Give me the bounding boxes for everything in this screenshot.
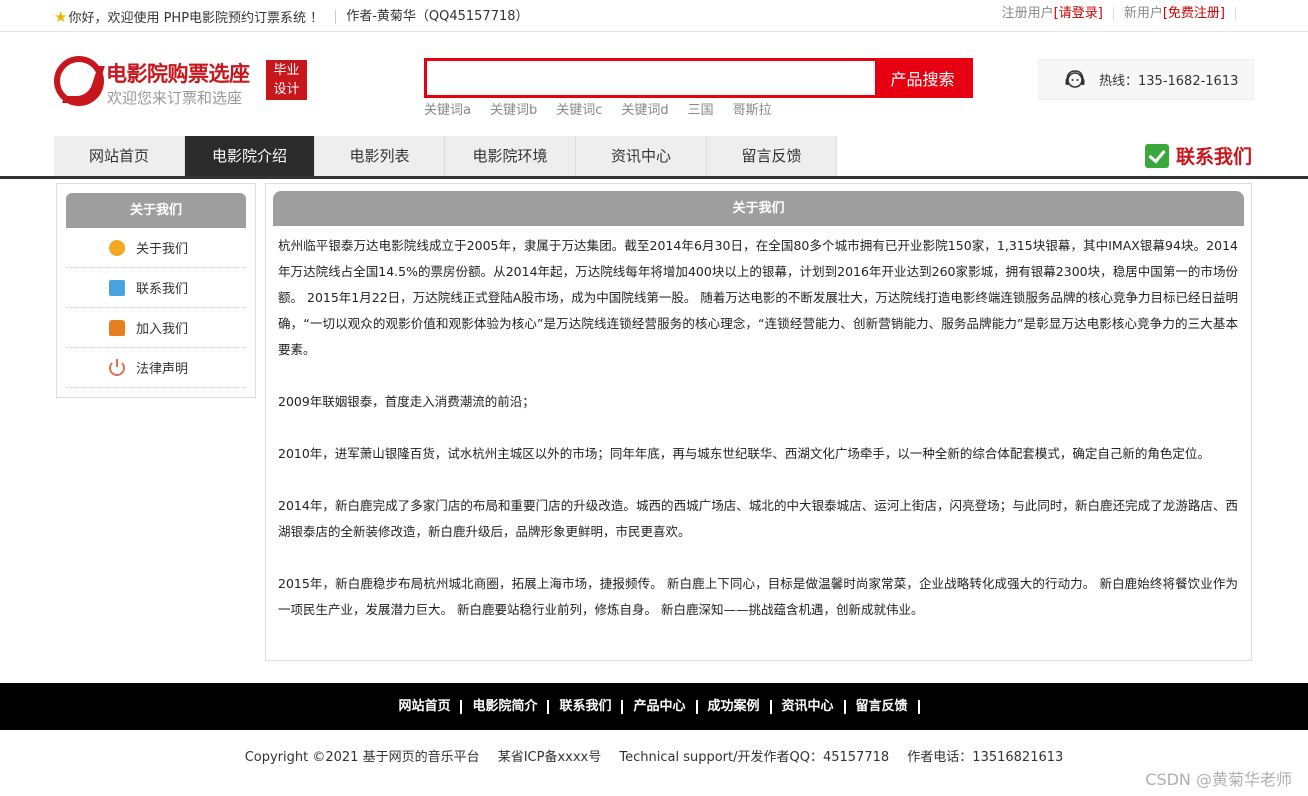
- register-link[interactable]: [免费注册]: [1163, 6, 1225, 21]
- keyword-link[interactable]: 关键词c: [556, 99, 602, 118]
- contact-icon: [109, 279, 125, 296]
- hotline-text: 热线：135-1682-1613: [1099, 74, 1239, 89]
- sidebar: 关于我们 关于我们联系我们加入我们法律声明: [56, 183, 256, 398]
- footer-link[interactable]: 资讯中心: [772, 699, 846, 714]
- nav-item[interactable]: 网站首页: [54, 136, 185, 176]
- contact-us-label: 联系我们: [1176, 146, 1253, 168]
- footer-nav: 网站首页 电影院简介 联系我们 产品中心 成功案例 资讯中心 留言反馈: [0, 683, 1308, 730]
- login-group: 注册用户[请登录]: [992, 7, 1114, 21]
- search-button[interactable]: 产品搜索: [875, 61, 970, 95]
- about-icon: [109, 239, 125, 256]
- site-subtitle: 欢迎您来订票和选座: [107, 89, 243, 107]
- top-bar: ★ 你好，欢迎使用 PHP电影院预约订票系统 ！ 作者-黄菊华（QQ451577…: [0, 0, 1308, 32]
- sidebar-item[interactable]: 联系我们: [66, 268, 246, 308]
- nav-item[interactable]: 电影院环境: [445, 136, 576, 176]
- keyword-link[interactable]: 三国: [688, 99, 714, 118]
- article-paragraph: 杭州临平银泰万达电影院线成立于2005年，隶属于万达集团。截至2014年6月30…: [278, 238, 1238, 357]
- sidebar-item[interactable]: 加入我们: [66, 308, 246, 348]
- support-text: Technical support/开发作者QQ：45157718: [619, 750, 890, 765]
- article-paragraph: 2014年，新白鹿完成了多家门店的布局和重要门店的升级改造。城西的西城广场店、城…: [278, 498, 1238, 539]
- article-body: 杭州临平银泰万达电影院线成立于2005年，隶属于万达集团。截至2014年6月30…: [278, 233, 1238, 623]
- footer-link[interactable]: 联系我们: [549, 699, 624, 714]
- phone-text: 作者电话：13516821613: [907, 750, 1064, 765]
- footer-link[interactable]: 电影院简介: [462, 699, 550, 714]
- footer-link[interactable]: 成功案例: [698, 699, 772, 714]
- login-link[interactable]: [请登录]: [1054, 6, 1103, 21]
- keyword-link[interactable]: 关键词a: [424, 99, 471, 118]
- checkmark-icon: [1145, 143, 1169, 168]
- welcome-text: 你好，欢迎使用 PHP电影院预约订票系统 ！: [68, 11, 324, 26]
- registered-user-label: 注册用户: [1001, 6, 1054, 21]
- nav-item[interactable]: 电影列表: [315, 136, 445, 176]
- footer-link[interactable]: 留言反馈: [846, 699, 920, 714]
- nav-item[interactable]: 电影院介绍: [185, 136, 315, 176]
- main-nav: 网站首页 电影院介绍 电影列表 电影院环境 资讯中心 留言反馈: [54, 136, 837, 176]
- sidebar-title: 关于我们: [66, 193, 246, 228]
- footer-link[interactable]: 网站首页: [388, 699, 463, 714]
- article-paragraph: 2010年，进军萧山银隆百货，试水杭州主城区以外的市场；同年年底，再与城东世纪联…: [278, 446, 1210, 461]
- customer-service-icon: [1065, 69, 1085, 88]
- nav-item[interactable]: 资讯中心: [576, 136, 707, 176]
- article-paragraph: 2015年，新白鹿稳步布局杭州城北商圈，拓展上海市场，捷报频传。 新白鹿上下同心…: [278, 576, 1238, 617]
- footer-link[interactable]: 产品中心: [623, 699, 698, 714]
- content-title: 关于我们: [273, 191, 1244, 226]
- lock-icon: [109, 319, 125, 336]
- badge-line-1: 毕业: [273, 63, 300, 78]
- keyword-link[interactable]: 哥斯拉: [733, 99, 772, 118]
- contact-us-link[interactable]: 联系我们: [1145, 142, 1252, 169]
- new-user-label: 新用户: [1123, 6, 1163, 21]
- nav-item[interactable]: 留言反馈: [707, 136, 837, 176]
- keyword-link[interactable]: 关键词b: [490, 99, 537, 118]
- sidebar-item-label: 法律声明: [136, 362, 189, 377]
- watermark: CSDN @黄菊华老师: [1145, 770, 1292, 789]
- author-text: 作者-黄菊华（QQ45157718）: [335, 9, 529, 24]
- register-group: 新用户[免费注册]: [1114, 7, 1236, 21]
- copyright-text: Copyright ©2021 基于网页的音乐平台: [244, 750, 480, 765]
- welcome-area: ★ 你好，欢迎使用 PHP电影院预约订票系统 ！ 作者-黄菊华（QQ451577…: [54, 7, 529, 27]
- sidebar-item[interactable]: 法律声明: [66, 348, 246, 388]
- site-title: 电影院购票选座: [106, 62, 250, 86]
- hot-keywords: 关键词a 关键词b 关键词c 关键词d 三国 哥斯拉: [424, 99, 791, 118]
- icp-text: 某省ICP备xxxx号: [497, 750, 602, 765]
- nav-divider: [0, 176, 1308, 179]
- search-box: 产品搜索: [424, 58, 973, 98]
- sidebar-item-label: 关于我们: [136, 242, 189, 257]
- account-links: 注册用户[请登录] 新用户[免费注册]: [992, 7, 1236, 21]
- search-input[interactable]: [427, 61, 875, 95]
- logo-icon: [54, 56, 104, 106]
- hotline-box: 热线：135-1682-1613: [1038, 59, 1254, 100]
- graduation-badge: 毕业 设计: [266, 60, 307, 100]
- main-content: 关于我们 杭州临平银泰万达电影院线成立于2005年，隶属于万达集团。截至2014…: [265, 183, 1252, 661]
- sidebar-item[interactable]: 关于我们: [66, 228, 246, 268]
- star-icon: ★: [54, 7, 68, 26]
- keyword-link[interactable]: 关键词d: [621, 99, 668, 118]
- power-icon: [109, 358, 125, 376]
- article-paragraph: 2009年联姻银泰，首度走入消费潮流的前沿；: [278, 394, 535, 409]
- sidebar-menu: 关于我们联系我们加入我们法律声明: [66, 228, 246, 388]
- sidebar-item-label: 联系我们: [136, 282, 189, 297]
- copyright-bar: Copyright ©2021 基于网页的音乐平台 某省ICP备xxxx号 Te…: [0, 746, 1308, 765]
- sidebar-item-label: 加入我们: [136, 322, 189, 337]
- badge-line-2: 设计: [273, 82, 300, 97]
